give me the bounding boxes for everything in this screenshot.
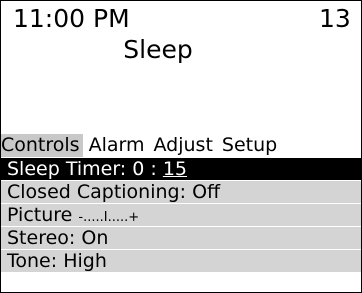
menu-item-closed-captioning[interactable]: Closed Captioning: Off: [1, 181, 361, 203]
closed-captioning-value: Off: [192, 181, 221, 203]
tone-label: Tone:: [7, 250, 58, 272]
tab-controls[interactable]: Controls: [1, 134, 83, 157]
closed-captioning-label: Closed Captioning:: [7, 181, 187, 203]
tone-value: High: [63, 250, 107, 272]
stereo-label: Stereo:: [7, 227, 76, 249]
menu-item-tone[interactable]: Tone: High: [1, 250, 361, 272]
stereo-value: On: [81, 227, 109, 249]
sleep-timer-label: Sleep Timer:: [7, 158, 127, 180]
menu-item-stereo[interactable]: Stereo: On: [1, 227, 361, 249]
picture-slider-plus: +: [128, 210, 140, 225]
menu-title: Sleep: [123, 35, 193, 64]
picture-slider-right-dots: .....: [107, 210, 129, 225]
tv-menu-screen: 11:00 PM 13 Sleep Controls Alarm Adjust …: [0, 0, 362, 293]
channel-number: 13: [319, 4, 351, 33]
picture-slider-left-dots: .....: [83, 210, 104, 225]
picture-slider[interactable]: -.....I.....+: [78, 210, 139, 225]
menu-item-picture[interactable]: Picture -.....I.....+: [1, 204, 361, 226]
tab-adjust[interactable]: Adjust: [154, 134, 216, 157]
menu-tabs: Controls Alarm Adjust Setup: [1, 134, 286, 157]
tab-alarm[interactable]: Alarm: [89, 134, 148, 157]
sleep-timer-separator: :: [150, 158, 157, 180]
menu-items: Sleep Timer: 0 : 15 Closed Captioning: O…: [1, 158, 361, 273]
picture-label: Picture: [7, 204, 73, 226]
tab-setup[interactable]: Setup: [222, 134, 280, 157]
sleep-timer-minutes[interactable]: 15: [163, 158, 187, 180]
sleep-timer-hours: 0: [132, 158, 145, 180]
menu-item-sleep-timer[interactable]: Sleep Timer: 0 : 15: [1, 158, 361, 180]
clock-time: 11:00 PM: [13, 4, 130, 33]
